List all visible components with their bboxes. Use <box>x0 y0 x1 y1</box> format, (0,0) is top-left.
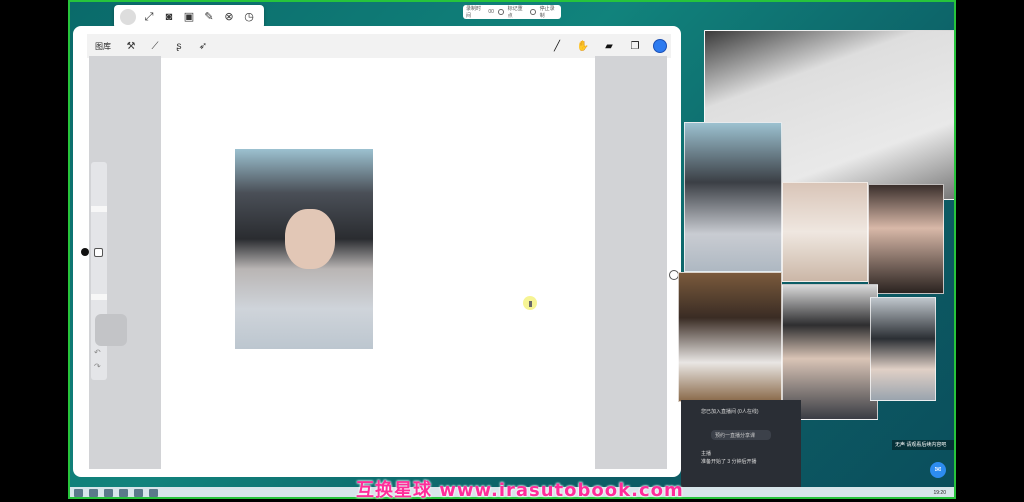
taskbar-app-4-icon[interactable] <box>134 489 143 497</box>
start-icon[interactable] <box>74 489 83 497</box>
reference-image-6[interactable] <box>870 297 936 401</box>
undo-icon[interactable]: ↶ <box>94 348 101 357</box>
recording-label: 录制时间 <box>466 6 482 19</box>
brush-icon[interactable]: ╱ <box>549 41 565 52</box>
reference-image-1[interactable] <box>684 122 782 272</box>
live-chat-panel: 您已加入直播间 (0人在线) 预约一直播分享课 主播 准备开始了 3 分钟后开播 <box>681 400 801 492</box>
taskbar-app-2-icon[interactable] <box>104 489 113 497</box>
recording-value: 00 <box>488 9 494 15</box>
chat-line-1: 您已加入直播间 (0人在线) <box>701 409 759 415</box>
eyedropper-square-icon[interactable] <box>94 248 103 257</box>
color-picker[interactable] <box>653 39 667 53</box>
taskbar-clock: 19:20 <box>933 490 946 496</box>
canvas-photo[interactable] <box>235 149 373 349</box>
chat-bubble[interactable]: 预约一直播分享课 <box>711 430 771 440</box>
message-fab-icon[interactable]: ✉ <box>930 462 946 478</box>
procreate-toolbar: 图库 ⚒ ⟋ ʂ ➶ ╱ ✋ ▰ ❐ <box>87 34 671 58</box>
modify-button[interactable] <box>95 314 127 346</box>
notice-toast: 无声 请观看后续内容吧 <box>892 440 954 450</box>
taskbar-app-1-icon[interactable] <box>89 489 98 497</box>
procreate-window: 图库 ⚒ ⟋ ʂ ➶ ╱ ✋ ▰ ❐ ↶ ↷ <box>73 26 681 477</box>
right-gutter <box>595 56 667 469</box>
mark-icon[interactable] <box>497 9 504 15</box>
gallery-button[interactable]: 图库 <box>87 41 119 52</box>
desktop-screen: ⤢ ◙ ▣ ✎ ⊗ ◷ 录制时间 00 标记重点 停止录制 图库 ⚒ ⟋ ʂ ➶… <box>68 0 956 499</box>
reference-image-3[interactable] <box>868 184 944 294</box>
taskbar-app-5-icon[interactable] <box>149 489 158 497</box>
wrench-icon[interactable]: ⚒ <box>119 41 143 52</box>
magic-wand-icon[interactable]: ⟋ <box>143 41 167 52</box>
app-logo-icon[interactable] <box>120 9 136 25</box>
photo-face-shape <box>285 209 335 269</box>
selection-icon[interactable]: ʂ <box>167 41 191 52</box>
settings-icon[interactable]: ⊗ <box>222 10 236 24</box>
mark-button[interactable]: 标记重点 <box>508 5 526 19</box>
chat-line-2: 主播 <box>701 451 712 457</box>
opacity-slider[interactable] <box>91 294 107 300</box>
reference-image-2[interactable] <box>782 182 868 282</box>
redo-icon[interactable]: ↷ <box>94 362 101 371</box>
recording-bar: 录制时间 00 标记重点 停止录制 <box>463 5 561 19</box>
stop-button[interactable]: 停止录制 <box>540 5 558 19</box>
move-arrow-icon[interactable]: ➶ <box>191 41 215 52</box>
reference-image-4[interactable] <box>678 272 782 402</box>
stop-icon[interactable] <box>529 9 536 15</box>
fullscreen-icon[interactable]: ⤢ <box>142 10 156 24</box>
mouse-cursor-icon <box>523 296 537 310</box>
layers-icon[interactable]: ❐ <box>627 41 643 52</box>
watermark: 互换星球 www.irasutobook.com <box>356 480 684 501</box>
toolbar-right-group: ╱ ✋ ▰ ❐ <box>549 39 671 53</box>
brush-size-slider[interactable] <box>91 206 107 212</box>
pen-icon[interactable]: ✎ <box>202 10 216 24</box>
pointer-dot-icon <box>81 248 89 256</box>
smudge-icon[interactable]: ✋ <box>575 41 591 52</box>
camera-icon[interactable]: ◙ <box>162 10 176 24</box>
taskbar-app-3-icon[interactable] <box>119 489 128 497</box>
eraser-icon[interactable]: ▰ <box>601 41 617 52</box>
sidebar-sliders[interactable]: ↶ ↷ <box>91 162 127 380</box>
record-icon[interactable]: ▣ <box>182 10 196 24</box>
chat-line-3: 准备开始了 3 分钟后开播 <box>701 459 757 465</box>
clock-icon[interactable]: ◷ <box>242 10 256 24</box>
